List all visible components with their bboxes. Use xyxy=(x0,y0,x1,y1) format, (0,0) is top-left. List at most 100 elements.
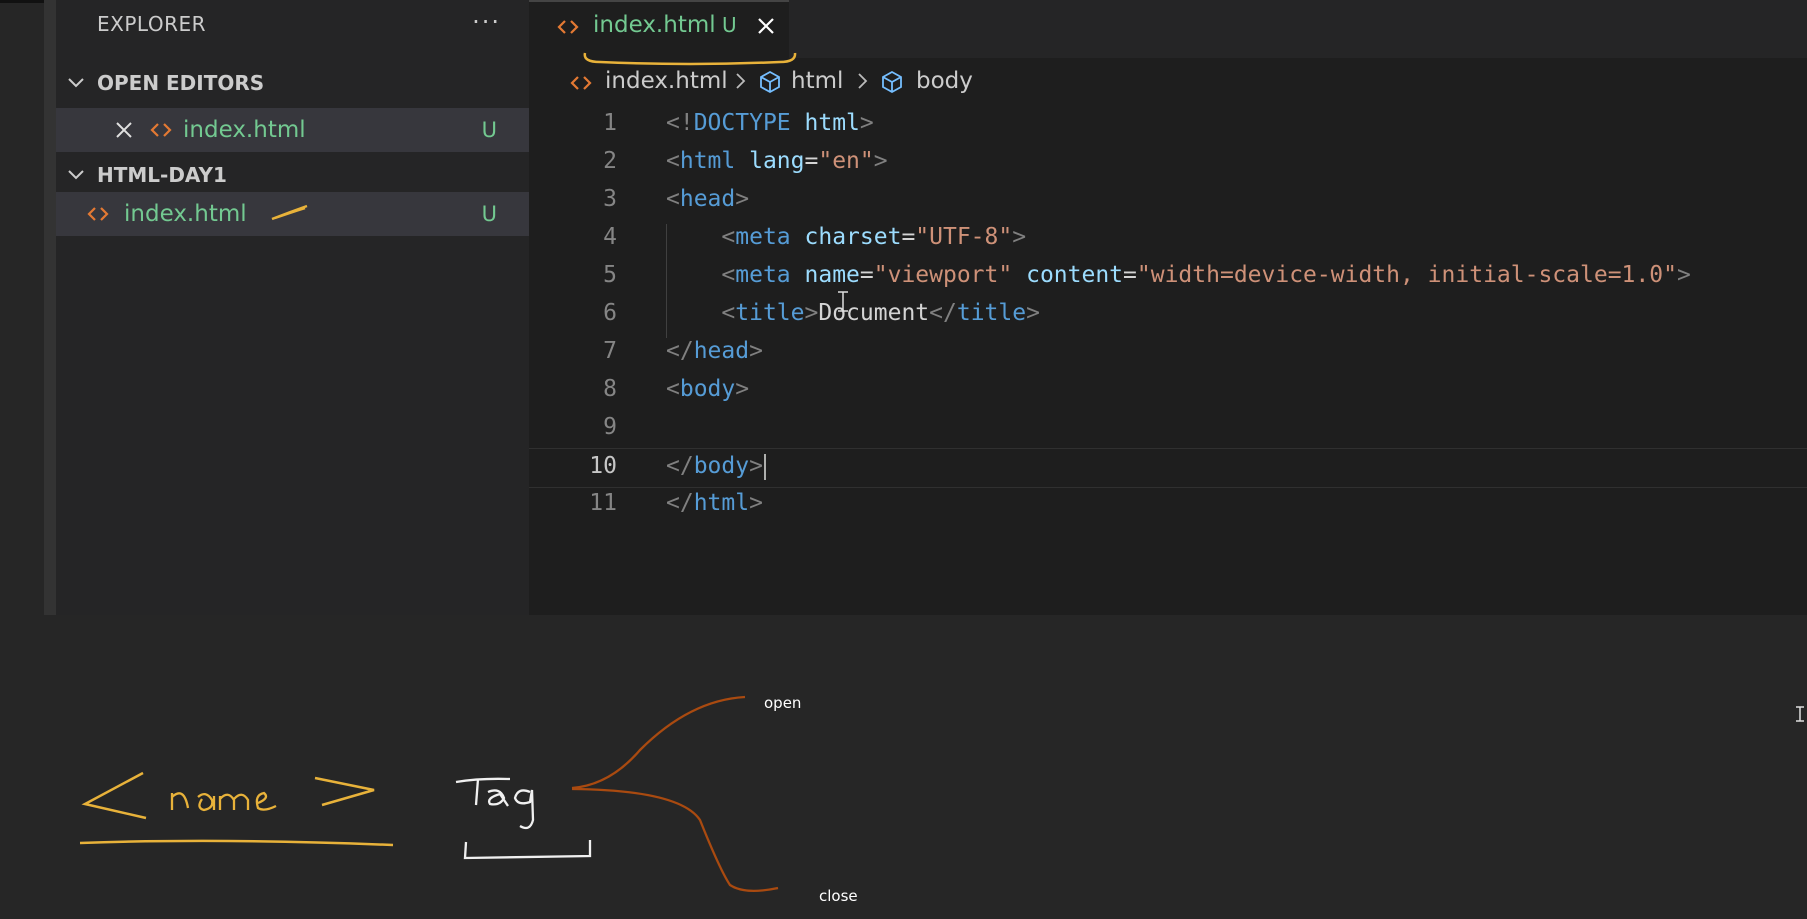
code-token: > xyxy=(749,490,763,516)
html-file-icon xyxy=(557,20,579,34)
line-source: <body> xyxy=(666,376,749,402)
code-token: body xyxy=(693,453,750,479)
breadcrumb-html[interactable]: html xyxy=(791,68,843,94)
line-source: </html> xyxy=(666,490,763,516)
code-token: head xyxy=(679,186,736,212)
line-number: 10 xyxy=(589,453,617,479)
code-token: < xyxy=(721,224,736,250)
code-token: "width=device-width, initial-scale=1.0" xyxy=(1136,262,1677,288)
file-tree-item[interactable]: index.html U xyxy=(56,192,529,236)
code-token: head xyxy=(693,338,750,364)
code-token: > xyxy=(1012,224,1027,250)
code-token: = xyxy=(859,262,874,288)
code-token: Document xyxy=(818,300,930,326)
code-token: > xyxy=(804,300,819,326)
code-token: </ xyxy=(929,300,957,326)
code-token: title xyxy=(735,300,805,326)
line-number: 5 xyxy=(603,262,617,288)
code-token: <! xyxy=(666,110,694,136)
editor-area: index.html U index.html html body 1 <!DOC… xyxy=(529,0,1807,615)
code-line[interactable]: 9 xyxy=(529,410,1807,448)
code-token: < xyxy=(721,262,736,288)
code-token: meta xyxy=(735,224,791,250)
code-token: < xyxy=(666,376,680,402)
code-token: > xyxy=(749,338,763,364)
close-icon[interactable] xyxy=(114,120,134,140)
code-token: = xyxy=(1123,262,1137,288)
chevron-right-icon xyxy=(858,73,868,89)
open-editor-filename: index.html xyxy=(183,117,306,143)
code-token: content xyxy=(1026,262,1124,288)
whiteboard-area xyxy=(0,615,1807,919)
line-source: <meta name="viewport" content="width=dev… xyxy=(666,262,1691,288)
tab-index-html[interactable]: index.html U xyxy=(529,0,789,60)
code-token: DOCTYPE xyxy=(693,110,791,136)
tab-status-badge: U xyxy=(722,13,737,37)
code-line[interactable]: 6 <title>Document</title> xyxy=(529,296,1807,334)
html-file-icon xyxy=(87,207,109,221)
code-token: > xyxy=(735,186,750,212)
chevron-down-icon xyxy=(68,170,84,180)
line-source: <title>Document</title> xyxy=(666,300,1040,326)
git-status-badge: U xyxy=(481,118,497,142)
folder-label: HTML-DAY1 xyxy=(97,163,227,187)
html-file-icon xyxy=(570,76,592,90)
code-token: > xyxy=(749,453,763,479)
code-line[interactable]: 11 </html> xyxy=(529,486,1807,524)
code-line[interactable]: 5 <meta name="viewport" content="width=d… xyxy=(529,258,1807,296)
code-token: html xyxy=(679,148,736,174)
line-source: <head> xyxy=(666,186,749,212)
code-token: < xyxy=(721,300,736,326)
code-token: html xyxy=(804,110,860,136)
explorer-sidebar: EXPLORER ··· OPEN EDITORS index.html U H… xyxy=(56,0,529,615)
code-line[interactable]: 10 </body> xyxy=(529,448,1807,488)
open-editor-item[interactable]: index.html U xyxy=(56,108,529,152)
line-number: 4 xyxy=(603,224,617,250)
code-token: > xyxy=(1026,300,1040,326)
code-token: "en" xyxy=(818,148,874,174)
code-token: "UTF-8" xyxy=(915,224,1013,250)
code-token: > xyxy=(873,148,888,174)
git-status-badge: U xyxy=(481,202,497,226)
close-tab-icon[interactable] xyxy=(756,16,776,36)
code-token: </ xyxy=(666,453,694,479)
code-token: </ xyxy=(666,338,694,364)
code-line[interactable]: 7 </head> xyxy=(529,334,1807,372)
code-token: title xyxy=(956,300,1027,326)
open-editors-header[interactable]: OPEN EDITORS xyxy=(56,65,529,101)
code-line[interactable]: 8 <body> xyxy=(529,372,1807,410)
code-token: = xyxy=(804,148,819,174)
more-actions-icon[interactable]: ··· xyxy=(472,8,501,36)
line-source: </body> xyxy=(666,453,766,480)
tab-bar: index.html U xyxy=(529,0,1807,60)
line-number: 7 xyxy=(603,338,617,364)
code-line[interactable]: 2 <html lang="en"> xyxy=(529,144,1807,182)
code-token: > xyxy=(1676,262,1691,288)
code-line[interactable]: 1 <!DOCTYPE html> xyxy=(529,106,1807,144)
breadcrumb-file[interactable]: index.html xyxy=(605,68,728,94)
explorer-title: EXPLORER xyxy=(97,12,206,36)
annotation-open-label: open xyxy=(764,694,802,712)
line-source: <html lang="en"> xyxy=(666,148,888,174)
breadcrumb-body[interactable]: body xyxy=(916,68,973,94)
code-token: > xyxy=(735,376,750,402)
code-token: < xyxy=(666,186,680,212)
activity-bar-edge xyxy=(44,0,56,615)
code-token: lang xyxy=(749,148,805,174)
chevron-right-icon xyxy=(736,73,746,89)
code-line[interactable]: 3 <head> xyxy=(529,182,1807,220)
folder-header[interactable]: HTML-DAY1 xyxy=(56,157,529,193)
code-line[interactable]: 4 <meta charset="UTF-8"> xyxy=(529,220,1807,258)
code-token: name xyxy=(804,262,860,288)
line-number: 6 xyxy=(603,300,617,326)
chevron-down-icon xyxy=(68,78,84,88)
line-number: 1 xyxy=(603,110,617,136)
code-token: </ xyxy=(666,490,694,516)
code-token: = xyxy=(901,224,916,250)
